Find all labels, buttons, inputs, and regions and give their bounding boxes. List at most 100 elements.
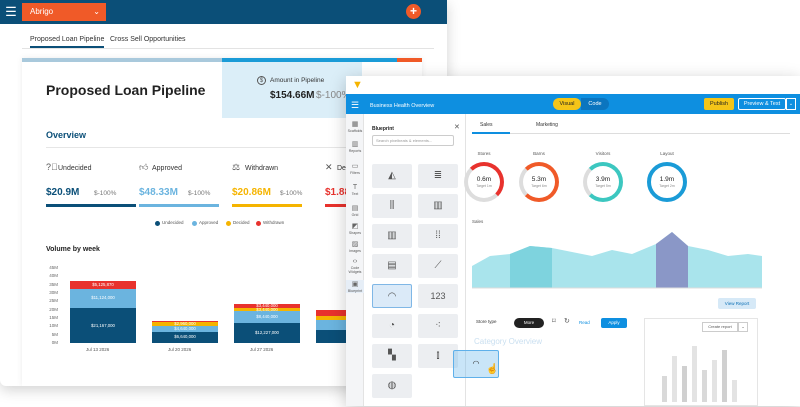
category-heading: Category Overview — [474, 337, 543, 346]
dashboard-title: Business Health Overview — [370, 103, 435, 109]
filter-icon: ▭ — [351, 163, 359, 170]
histogram-tile[interactable]: ▤ — [372, 254, 412, 278]
gauge-tile[interactable]: ◠ — [372, 284, 412, 308]
refresh-icon[interactable]: ↻ — [564, 317, 570, 325]
bar-segment: $12,227,000 — [234, 322, 300, 343]
gauge-value: 0.6m — [476, 176, 492, 183]
bar-segment: $21,167,000 — [70, 307, 136, 343]
y-tick-label: 45M — [49, 265, 58, 270]
gauge-value: 1.9m — [659, 176, 675, 183]
chevron-down-icon[interactable]: ⌄ — [738, 322, 748, 332]
sidebar-item-reports[interactable]: ▥ Reports — [346, 140, 364, 153]
globe-tile[interactable]: ◍ — [372, 374, 412, 398]
blueprint-title: Blueprint — [372, 126, 394, 132]
text-block-tile[interactable]: ≣ — [418, 164, 458, 188]
waterfall-tile[interactable]: ⫾ — [418, 344, 458, 368]
visual-toggle[interactable]: Visual — [553, 98, 581, 110]
tab-sales[interactable]: Sales — [480, 122, 493, 128]
stacked-bar[interactable]: $21,167,000 $11,124,000 $5,125,870 — [70, 268, 136, 343]
hand-cursor-icon: ☝ — [486, 364, 499, 375]
bar-segment: $4,640,000 — [152, 325, 218, 333]
y-tick-label: 20M — [49, 306, 58, 312]
blueprint-icon: ▣ — [351, 281, 359, 288]
text-icon: T — [352, 184, 358, 191]
hamburger-icon[interactable]: ☰ — [351, 100, 359, 111]
more-button[interactable]: More — [514, 318, 544, 328]
y-tick-label: 10M — [49, 323, 58, 329]
sidebar-item-grid[interactable]: ▤ Grid — [346, 204, 364, 217]
blueprint-search-input[interactable]: Search pixelbeats & elements... — [372, 135, 454, 146]
dot-plot-tile[interactable]: ⁞⁞ — [418, 224, 458, 248]
y-tick-label: 40M — [49, 273, 58, 279]
sidebar-item-code-widgets[interactable]: ‹› Code Widgets — [346, 258, 364, 274]
apply-button[interactable]: Apply — [601, 318, 627, 328]
close-icon[interactable]: ✕ — [454, 123, 460, 131]
logo-icon: ▼ — [352, 79, 363, 91]
bar-chart-icon: ▥ — [351, 141, 359, 148]
stacked-bar[interactable]: $12,227,000 $8,440,000 $3,440,000 $3,440,00… — [234, 268, 300, 343]
gauge-value: 3.9m — [595, 176, 611, 183]
create-report-button[interactable]: Create report — [702, 322, 738, 332]
read-link[interactable]: Read — [579, 320, 590, 325]
candlestick-tile[interactable]: ⫼ — [372, 194, 412, 218]
bar-segment: $3,440,000 — [234, 307, 300, 312]
gauge-target: Target 2m — [659, 184, 675, 188]
y-tick-label: 30M — [49, 290, 58, 295]
area-chart-tile[interactable]: ◭ — [372, 164, 412, 188]
tab-marketing[interactable]: Marketing — [536, 122, 558, 128]
view-report-button[interactable]: View Report — [718, 298, 756, 309]
area-chart-label: Sales — [472, 219, 484, 224]
gauge-target: Target 6m — [531, 184, 547, 188]
publish-button[interactable]: Publish — [704, 98, 734, 110]
preview-button[interactable]: Preview & Test — [738, 98, 786, 110]
chevron-down-icon[interactable]: ⌄ — [786, 98, 796, 110]
sidebar-item-text[interactable]: T Text — [346, 184, 364, 196]
gauge-target: Target 1m — [476, 184, 492, 188]
bar-segment: $6,640,000 — [152, 332, 218, 343]
y-tick-label: 35M — [49, 281, 58, 287]
gauge-label: Visitors — [595, 151, 611, 156]
sidebar-item-filters[interactable]: ▭ Filters — [346, 162, 364, 175]
area-chart — [472, 232, 762, 289]
column-chart-tile[interactable]: ▥ — [418, 194, 458, 218]
scaffold-icon: ▦ — [351, 121, 359, 128]
y-tick-label: 5M — [51, 331, 58, 337]
y-tick-label: 15M — [49, 315, 58, 320]
grid-icon: ▤ — [351, 205, 359, 212]
store-type-select[interactable]: Store type — [476, 319, 497, 324]
x-tick-label: Jul 27 2026 — [250, 347, 274, 352]
x-tick-label: Jul 20 2026 — [168, 347, 192, 352]
sidebar-item-scaffolds[interactable]: ▦ Scaffolds — [346, 120, 364, 133]
sidebar-item-images[interactable]: ▨ Images — [346, 240, 364, 253]
gauge-label: Layout — [660, 151, 674, 156]
gauge-label: Barns — [533, 151, 545, 156]
pie-chart-tile[interactable]: ◔ — [372, 314, 412, 338]
y-tick-label: 25M — [49, 298, 58, 304]
bar-chart-tile[interactable]: ▥ — [372, 224, 412, 248]
line-chart-tile[interactable]: ⟋ — [418, 254, 458, 278]
tab-indicator — [472, 132, 510, 134]
gauge-label: Stores — [477, 151, 491, 156]
sidebar-item-blueprint[interactable]: ▣ Blueprint — [346, 280, 364, 293]
sidebar-item-shapes[interactable]: ◩ Shapes — [346, 222, 364, 235]
code-icon: ‹› — [352, 258, 358, 265]
shapes-icon: ◩ — [351, 223, 359, 230]
y-tick-label: 0M — [51, 340, 58, 345]
number-tile[interactable]: 123 — [418, 284, 458, 308]
bar-segment: $11,124,000 — [70, 289, 136, 308]
gauge-value: 5.3m — [531, 176, 547, 183]
stacked-bar[interactable]: $6,640,000 $4,640,000 $2,960,000 — [152, 268, 218, 343]
bar-segment: $8,440,000 — [234, 311, 300, 323]
bar-segment: $2,960,000 — [152, 321, 218, 326]
treemap-tile[interactable]: ▚ — [372, 344, 412, 368]
gauge-target: Target 5m — [595, 184, 611, 188]
image-icon: ▨ — [351, 241, 359, 248]
code-toggle[interactable]: Code — [581, 98, 609, 110]
bookmark-icon[interactable]: ⌑ — [552, 317, 556, 325]
bar-segment: $5,125,870 — [70, 280, 136, 290]
x-tick-label: Jul 13 2026 — [86, 347, 110, 352]
scatter-tile[interactable]: ⁖ — [418, 314, 458, 338]
tab-divider — [472, 133, 790, 134]
report-bar-chart — [662, 346, 737, 402]
bar-segment — [152, 320, 218, 323]
